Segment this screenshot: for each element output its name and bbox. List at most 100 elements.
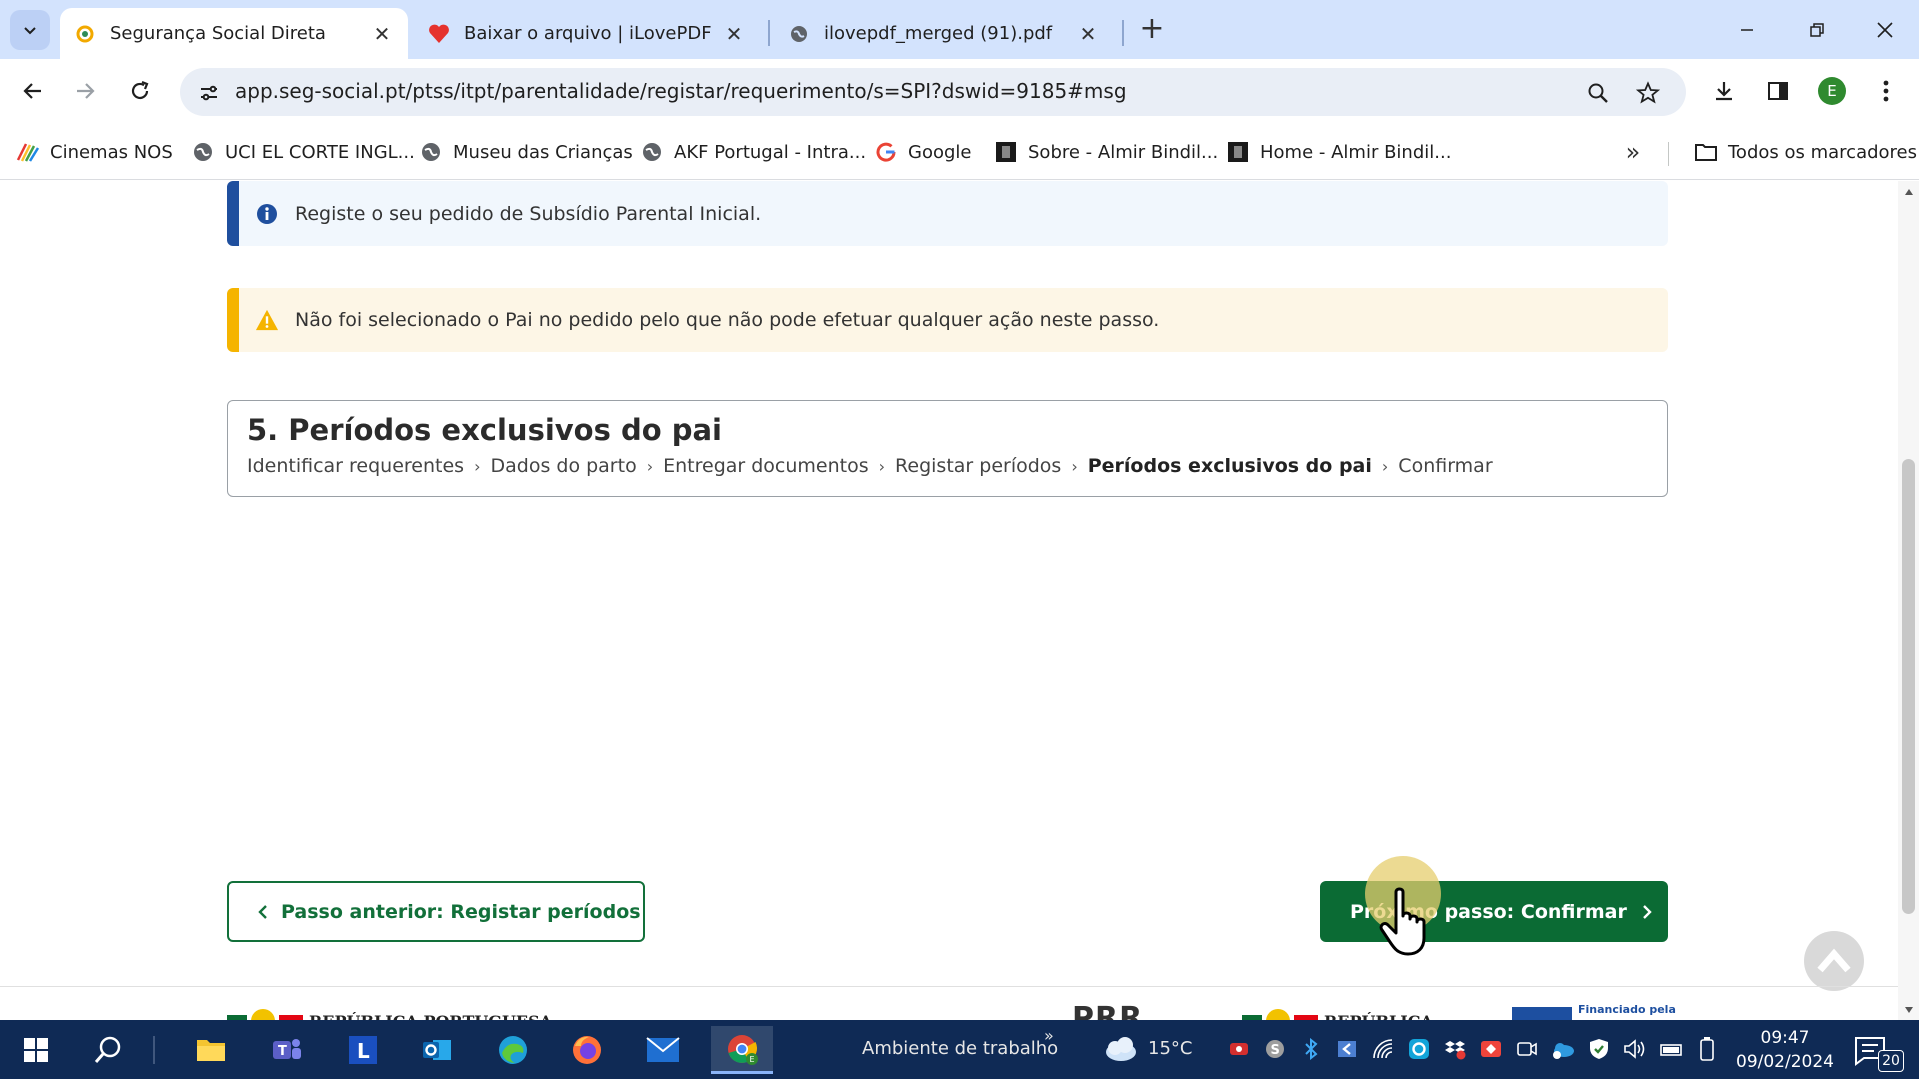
bookmark-akf[interactable]: AKF Portugal - Intra...: [640, 138, 866, 166]
taskbar-divider: [153, 1036, 155, 1064]
system-clock[interactable]: 09:47 09/02/2024: [1735, 1026, 1835, 1074]
minimize-button[interactable]: [1722, 10, 1772, 50]
chevron-left-icon: [257, 904, 269, 920]
teams-app[interactable]: T: [261, 1026, 313, 1074]
eu-flag-icon: [1512, 1007, 1572, 1020]
back-to-top-button[interactable]: [1804, 931, 1864, 991]
all-bookmarks-button[interactable]: Todos os marcadores: [1694, 138, 1917, 166]
chevron-down-icon: [24, 27, 36, 35]
seg-social-favicon: [74, 23, 96, 45]
site-info-icon[interactable]: [194, 78, 224, 108]
scroll-up-icon[interactable]: [1902, 185, 1915, 198]
dropbox-icon[interactable]: [1442, 1036, 1468, 1062]
breadcrumb-item: Confirmar: [1398, 455, 1493, 477]
new-tab-button[interactable]: +: [1136, 14, 1168, 46]
bookmark-star-icon[interactable]: [1633, 78, 1663, 108]
bookmark-label: Museu das Crianças: [453, 141, 633, 163]
info-icon: [255, 202, 279, 226]
wifi-icon[interactable]: [1370, 1036, 1396, 1062]
bookmark-label: Google: [908, 141, 972, 163]
edge-app[interactable]: [487, 1026, 539, 1074]
chrome-app[interactable]: E: [711, 1026, 773, 1074]
side-panel-icon: [1768, 82, 1788, 100]
breadcrumb-item: Entregar documentos: [663, 455, 869, 477]
weather-icon[interactable]: [1100, 1036, 1140, 1062]
volume-icon[interactable]: [1622, 1036, 1648, 1062]
browser-tab-strip: Segurança Social Direta ✕ Baixar o arqui…: [0, 0, 1919, 59]
browser-toolbar: app.seg-social.pt/ptss/itpt/parentalidad…: [0, 59, 1919, 124]
scroll-thumb[interactable]: [1902, 459, 1915, 914]
bookmark-cinemas-nos[interactable]: Cinemas NOS: [16, 138, 173, 166]
bookmark-uci[interactable]: UCI EL CORTE INGL...: [191, 138, 415, 166]
more-bookmarks-icon[interactable]: »: [1618, 138, 1648, 168]
side-panel-button[interactable]: [1758, 71, 1798, 111]
zoom-icon[interactable]: [1583, 78, 1613, 108]
vpn-icon[interactable]: [1334, 1036, 1360, 1062]
close-tab-icon[interactable]: ✕: [722, 22, 746, 46]
tab-title: ilovepdf_merged (91).pdf: [824, 23, 1053, 44]
svg-text:S: S: [1271, 1043, 1280, 1058]
info-alert-text: Registe o seu pedido de Subsídio Parenta…: [295, 202, 762, 225]
tab-title: Segurança Social Direta: [110, 23, 326, 44]
bookmark-home-almir[interactable]: Home - Almir Bindil...: [1226, 138, 1451, 166]
meet-now-icon[interactable]: [1514, 1036, 1540, 1062]
battery-icon[interactable]: [1694, 1036, 1720, 1062]
tab-ilovepdf[interactable]: Baixar o arquivo | iLovePDF ✕: [414, 8, 760, 59]
menu-button[interactable]: [1866, 71, 1906, 111]
nos-icon: [16, 140, 40, 164]
mail-app[interactable]: [637, 1026, 689, 1074]
security-shield-icon[interactable]: [1586, 1036, 1612, 1062]
page-scrollbar[interactable]: [1898, 181, 1919, 1020]
folder-icon: [197, 1040, 225, 1061]
e-app-icon[interactable]: [1406, 1036, 1432, 1062]
file-explorer-app[interactable]: [185, 1026, 237, 1074]
bookmark-label: Sobre - Almir Bindil...: [1028, 141, 1219, 163]
bluetooth-icon[interactable]: [1298, 1036, 1324, 1062]
forward-button[interactable]: [66, 71, 106, 111]
bookmark-sobre-almir[interactable]: Sobre - Almir Bindil...: [994, 138, 1218, 166]
taskbar-search-button[interactable]: [82, 1026, 134, 1074]
profile-button[interactable]: E: [1812, 71, 1852, 111]
bookmark-google[interactable]: Google: [874, 138, 971, 166]
weather-temperature[interactable]: 15°C: [1148, 1038, 1192, 1059]
chevron-right-icon: ›: [878, 456, 886, 476]
close-window-button[interactable]: [1860, 10, 1910, 50]
network-icon[interactable]: [1658, 1036, 1684, 1062]
antivirus-icon[interactable]: [1226, 1036, 1252, 1062]
bookmark-museu[interactable]: Museu das Crianças: [419, 138, 633, 166]
url-text[interactable]: app.seg-social.pt/ptss/itpt/parentalidad…: [235, 79, 1127, 103]
outlook-app[interactable]: [411, 1026, 463, 1074]
tab-search-button[interactable]: [10, 10, 50, 50]
scroll-down-icon[interactable]: [1902, 1003, 1915, 1016]
outlook-icon: [423, 1040, 451, 1060]
back-button[interactable]: [12, 71, 52, 111]
downloads-button[interactable]: [1704, 71, 1744, 111]
restore-button[interactable]: [1792, 10, 1842, 50]
tab-merged-pdf[interactable]: ilovepdf_merged (91).pdf ✕: [774, 8, 1114, 59]
breadcrumb-item: Identificar requerentes: [247, 455, 465, 477]
reload-button[interactable]: [120, 71, 160, 111]
more-icon[interactable]: »: [1044, 1026, 1054, 1045]
bookmark-label: AKF Portugal - Intra...: [674, 141, 867, 163]
chevron-right-icon: ›: [1071, 456, 1078, 476]
previous-step-button[interactable]: Passo anterior: Registar períodos: [227, 881, 645, 942]
close-tab-icon[interactable]: ✕: [1076, 22, 1100, 46]
firefox-app[interactable]: [561, 1026, 613, 1074]
tab-seg-social[interactable]: Segurança Social Direta ✕: [60, 8, 408, 59]
bookmarks-bar: Cinemas NOS UCI EL CORTE INGL... Museu d…: [0, 124, 1919, 180]
l-app[interactable]: L: [337, 1026, 389, 1074]
skype-icon[interactable]: S: [1262, 1036, 1288, 1062]
arrow-up-icon: [1817, 948, 1851, 973]
page-title: 5. Períodos exclusivos do pai: [247, 413, 723, 447]
address-bar[interactable]: app.seg-social.pt/ptss/itpt/parentalidad…: [180, 68, 1686, 116]
close-tab-icon[interactable]: ✕: [370, 22, 394, 46]
bookmark-label: UCI EL CORTE INGL...: [225, 141, 415, 163]
desktop-label[interactable]: Ambiente de trabalho: [862, 1038, 1058, 1059]
warning-alert: Não foi selecionado o Pai no pedido pelo…: [227, 288, 1668, 352]
page-content: Registe o seu pedido de Subsídio Parenta…: [0, 181, 1898, 1020]
logo-text: REPÚBLICA PORTUGUESA: [309, 1012, 552, 1021]
anydesk-icon[interactable]: [1478, 1036, 1504, 1062]
onedrive-icon[interactable]: [1550, 1036, 1576, 1062]
start-button[interactable]: [10, 1026, 62, 1074]
more-vertical-icon: [1883, 80, 1889, 102]
